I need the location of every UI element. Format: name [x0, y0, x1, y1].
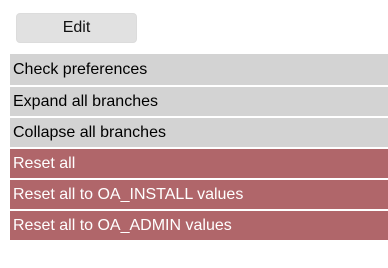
menu-item-label: Collapse all branches [13, 123, 166, 141]
menu-item-check-preferences[interactable]: Check preferences [10, 54, 388, 85]
menu-item-label: Reset all to OA_INSTALL values [13, 185, 244, 203]
edit-dropdown-menu: Check preferences Expand all branches Co… [10, 54, 388, 240]
menu-item-reset-all[interactable]: Reset all [10, 147, 388, 178]
menu-item-reset-all-to-oa-install[interactable]: Reset all to OA_INSTALL values [10, 178, 388, 209]
menu-item-collapse-all-branches[interactable]: Collapse all branches [10, 116, 388, 147]
menu-item-label: Expand all branches [13, 92, 158, 110]
menu-item-label: Reset all to OA_ADMIN values [13, 216, 232, 234]
menu-item-expand-all-branches[interactable]: Expand all branches [10, 85, 388, 116]
menu-item-reset-all-to-oa-admin[interactable]: Reset all to OA_ADMIN values [10, 209, 388, 240]
menu-item-label: Check preferences [13, 60, 148, 78]
edit-button-label: Edit [62, 19, 91, 36]
menu-item-label: Reset all [13, 154, 76, 172]
edit-menu-screen: Edit Check preferences Expand all branch… [0, 0, 388, 268]
edit-button[interactable]: Edit [16, 13, 137, 43]
